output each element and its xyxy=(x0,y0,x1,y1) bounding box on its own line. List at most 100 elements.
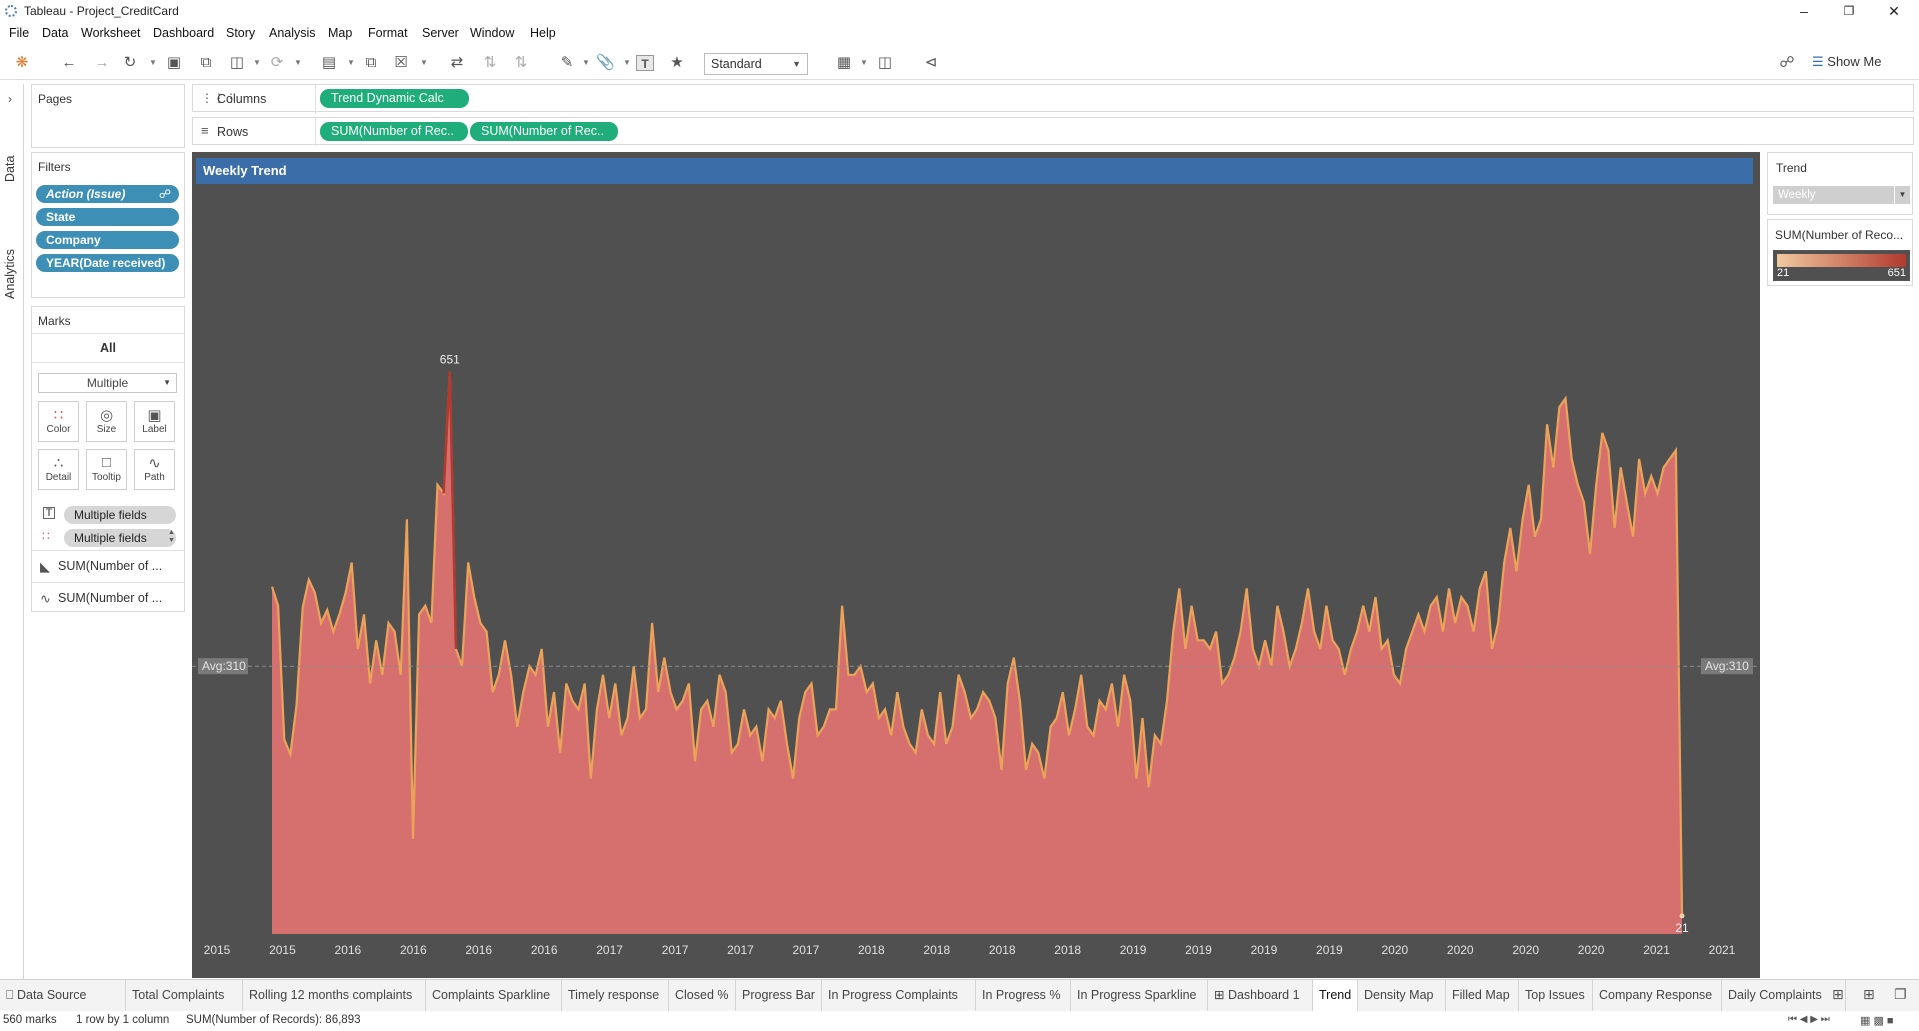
multiple-fields-pill[interactable]: Multiple fields xyxy=(64,529,176,547)
new-dashboard-tab-icon[interactable]: ⊞ xyxy=(1863,986,1875,1003)
filter-pill-action-issue[interactable]: Action (Issue) ☍ xyxy=(36,185,179,203)
share-icon[interactable]: ⊲ xyxy=(922,55,940,71)
show-mark-labels-icon[interactable]: T xyxy=(636,55,654,71)
menu-analysis[interactable]: Analysis xyxy=(269,26,316,40)
fit-select[interactable]: Standard ▼ xyxy=(704,53,808,75)
rows-shelf[interactable]: ≡ Rows SUM(Number of Rec.. SUM(Number of… xyxy=(192,117,1914,146)
multiple-fields-pill[interactable]: Multiple fields xyxy=(64,506,176,524)
pause-updates-icon[interactable]: ◫ xyxy=(228,55,246,71)
menu-format[interactable]: Format xyxy=(368,26,408,40)
refresh-icon[interactable]: ⟳ xyxy=(268,55,286,71)
save-icon[interactable]: ▣ xyxy=(165,55,183,71)
analytics-tab[interactable]: Analytics xyxy=(3,249,17,299)
color-button[interactable]: ∷ Color xyxy=(38,401,79,442)
menu-server[interactable]: Server xyxy=(422,26,459,40)
mark-type-select[interactable]: Multiple ▼ xyxy=(38,373,177,393)
sheet-tab[interactable]: Density Map xyxy=(1358,980,1446,1011)
new-sheet-dropdown-icon[interactable]: ▼ xyxy=(347,58,355,67)
trend-parameter-card[interactable]: Trend Weekly ▼ xyxy=(1767,152,1913,215)
group-dropdown-icon[interactable]: ▼ xyxy=(623,58,631,67)
sheet-tab[interactable]: Total Complaints xyxy=(126,980,243,1011)
sheet-tab[interactable]: In Progress Sparkline xyxy=(1071,980,1208,1011)
new-story-tab-icon[interactable]: ❐ xyxy=(1894,986,1907,1003)
menu-help[interactable]: Help xyxy=(530,26,556,40)
size-button[interactable]: ◎ Size xyxy=(86,401,127,442)
close-icon[interactable]: ✕ xyxy=(1874,2,1914,20)
presentation-mode-icon[interactable]: ◫ xyxy=(876,55,894,71)
sheet-tab[interactable]: In Progress Complaints xyxy=(822,980,976,1011)
sheet-tab[interactable]: Complaints Sparkline xyxy=(426,980,562,1011)
menu-dashboard[interactable]: Dashboard xyxy=(153,26,214,40)
group-members-icon[interactable]: 📎 xyxy=(596,55,615,71)
weekly-trend-chart[interactable]: Avg:310 Avg:310 651 21 2015 2015 2016 2016 2016 2… xyxy=(192,152,1760,978)
highlight-icon[interactable]: ✎ xyxy=(558,55,576,71)
replay-icon[interactable]: ↻ xyxy=(121,55,139,71)
label-button[interactable]: ▣ Label xyxy=(134,401,175,442)
fix-axes-icon[interactable]: ★ xyxy=(668,55,686,71)
clear-dropdown-icon[interactable]: ▼ xyxy=(420,58,428,67)
minimize-icon[interactable]: – xyxy=(1784,2,1824,20)
highlight-dropdown-icon[interactable]: ▼ xyxy=(582,58,590,67)
sheet-tab[interactable]: Closed % xyxy=(669,980,736,1011)
path-button[interactable]: ∿ Path xyxy=(134,449,175,490)
detail-button[interactable]: ∴ Detail xyxy=(38,449,79,490)
new-datasource-icon[interactable]: ⧉ xyxy=(197,55,215,71)
swap-rows-columns-icon[interactable]: ⇄ xyxy=(448,55,466,71)
scroll-arrows-icon[interactable]: ▲ ▼ xyxy=(168,529,175,545)
expand-pane-icon[interactable]: › xyxy=(8,92,12,106)
menu-data[interactable]: Data xyxy=(42,26,68,40)
filters-panel[interactable]: Filters Action (Issue) ☍ State Company Y… xyxy=(31,152,185,298)
sheet-tab[interactable]: Rolling 12 months complaints xyxy=(243,980,426,1011)
rows-pill-1[interactable]: SUM(Number of Rec.. xyxy=(320,122,468,141)
sheet-tab[interactable]: In Progress % xyxy=(976,980,1071,1011)
redo-icon[interactable]: → xyxy=(93,55,111,71)
cards-dropdown-icon[interactable]: ▼ xyxy=(860,58,868,67)
filter-pill-year[interactable]: YEAR(Date received) xyxy=(36,254,179,272)
pause-dropdown-icon[interactable]: ▼ xyxy=(253,58,261,67)
sheet-tab[interactable]: Daily Complaints xyxy=(1722,980,1846,1011)
worksheet-view[interactable]: Avg:310 Avg:310 651 21 2015 2015 2016 2016 2016 2… xyxy=(192,152,1760,978)
trend-select[interactable]: Weekly ▼ xyxy=(1773,186,1910,204)
menu-window[interactable]: Window xyxy=(470,26,514,40)
color-legend-card[interactable]: SUM(Number of Reco... 21 651 xyxy=(1767,219,1913,286)
data-tab[interactable]: Data xyxy=(3,156,17,182)
filter-pill-company[interactable]: Company xyxy=(36,231,179,249)
sheet-tab[interactable]: Progress Bar xyxy=(736,980,822,1011)
sheet-tab[interactable]: Filled Map xyxy=(1446,980,1519,1011)
cards-icon[interactable]: ▦ xyxy=(835,55,853,71)
replay-dropdown-icon[interactable]: ▼ xyxy=(149,58,157,67)
refresh-dropdown-icon[interactable]: ▼ xyxy=(294,58,302,67)
menu-story[interactable]: Story xyxy=(226,26,255,40)
menu-file[interactable]: File xyxy=(9,26,29,40)
filmstrip-view-icon[interactable]: ▦ ▩ ■ xyxy=(1860,1014,1894,1027)
sheet-nav-icon[interactable]: ⏮ ◀ ▶ ⏭ xyxy=(1788,1014,1830,1025)
sheet-tab[interactable]: Company Response xyxy=(1593,980,1722,1011)
measure-card-line[interactable]: ∿ SUM(Number of ... xyxy=(32,582,184,613)
sheet-tab[interactable]: Trend xyxy=(1313,980,1358,1011)
columns-shelf[interactable]: ⋮⋮⋮ Columns Trend Dynamic Calc xyxy=(192,84,1914,113)
new-worksheet-icon[interactable]: ▤ xyxy=(320,55,338,71)
sheet-tab[interactable]: Timely response xyxy=(562,980,669,1011)
show-me-button[interactable]: ☰ Show Me xyxy=(1812,54,1912,74)
paint-format-icon[interactable]: ☍ xyxy=(1778,55,1796,71)
sort-ascending-icon[interactable]: ⇅ xyxy=(481,55,499,71)
measure-card-area[interactable]: ◣ SUM(Number of ... xyxy=(32,550,184,581)
marks-all-tab[interactable]: All xyxy=(32,333,184,363)
tableau-start-icon[interactable]: ❋ xyxy=(13,55,31,71)
tooltip-button[interactable]: □ Tooltip xyxy=(86,449,127,490)
clear-sheet-icon[interactable]: ☒ xyxy=(392,55,410,71)
restore-icon[interactable]: ❐ xyxy=(1829,2,1869,20)
menu-worksheet[interactable]: Worksheet xyxy=(81,26,141,40)
sheet-tab[interactable]: ⎕ Data Source xyxy=(0,980,126,1011)
pages-panel[interactable]: Pages xyxy=(31,84,185,148)
new-worksheet-tab-icon[interactable]: ⊞ xyxy=(1832,986,1844,1003)
undo-icon[interactable]: ← xyxy=(60,55,78,71)
sort-descending-icon[interactable]: ⇅ xyxy=(512,55,530,71)
sheet-tab[interactable]: Top Issues xyxy=(1519,980,1593,1011)
filter-pill-state[interactable]: State xyxy=(36,208,179,226)
columns-pill-trend[interactable]: Trend Dynamic Calc xyxy=(320,89,469,108)
rows-pill-2[interactable]: SUM(Number of Rec.. xyxy=(470,122,618,141)
sheet-tab[interactable]: ⊞ Dashboard 1 xyxy=(1208,980,1313,1011)
duplicate-sheet-icon[interactable]: ⧉ xyxy=(362,55,380,71)
menu-map[interactable]: Map xyxy=(328,26,352,40)
